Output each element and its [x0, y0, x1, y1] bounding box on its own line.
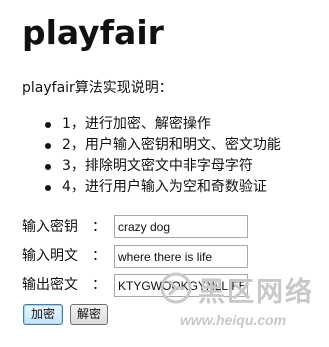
- ciphertext-label: 输出密文: [22, 277, 78, 293]
- page-root: playfair playfair算法实现说明： 1，进行加密、解密操作 2，用…: [0, 0, 329, 347]
- list-item: 4，进行用户输入为空和奇数验证: [0, 177, 281, 198]
- ciphertext-row: 输出密文 ：: [22, 275, 106, 295]
- key-colon: ：: [92, 219, 106, 235]
- watermark-url: www.heiqu.com: [180, 312, 287, 328]
- heiqu-logo-icon: [160, 272, 192, 304]
- plaintext-colon: ：: [92, 248, 106, 264]
- bullet-icon: [45, 122, 51, 128]
- ciphertext-colon: ：: [92, 277, 106, 293]
- bullet-icon: [45, 164, 51, 170]
- list-item: 1，进行加密、解密操作: [0, 114, 281, 135]
- feature-text: 1，进行加密、解密操作: [62, 116, 211, 132]
- feature-text: 3，排除明文密文中非字母字符: [62, 158, 253, 174]
- bullet-icon: [45, 185, 51, 191]
- intro-text: playfair算法实现说明：: [22, 80, 173, 96]
- watermark-text: 黑区网络: [198, 277, 314, 308]
- plaintext-label: 输入明文: [22, 248, 78, 264]
- bullet-icon: [45, 143, 51, 149]
- feature-text: 2，用户输入密钥和明文、密文功能: [62, 137, 281, 153]
- encrypt-button[interactable]: 加密: [23, 304, 63, 325]
- feature-list: 1，进行加密、解密操作 2，用户输入密钥和明文、密文功能 3，排除明文密文中非字…: [0, 114, 281, 198]
- feature-text: 4，进行用户输入为空和奇数验证: [62, 179, 267, 195]
- page-title: playfair: [22, 13, 164, 52]
- key-input[interactable]: [114, 215, 248, 238]
- list-item: 2，用户输入密钥和明文、密文功能: [0, 135, 281, 156]
- decrypt-button[interactable]: 解密: [70, 304, 108, 325]
- plaintext-row: 输入明文 ：: [22, 246, 106, 266]
- key-label: 输入密钥: [22, 219, 78, 235]
- list-item: 3，排除明文密文中非字母字符: [0, 156, 281, 177]
- watermark: 黑区网络 www.heiqu.com: [146, 262, 329, 347]
- key-row: 输入密钥 ：: [22, 217, 106, 237]
